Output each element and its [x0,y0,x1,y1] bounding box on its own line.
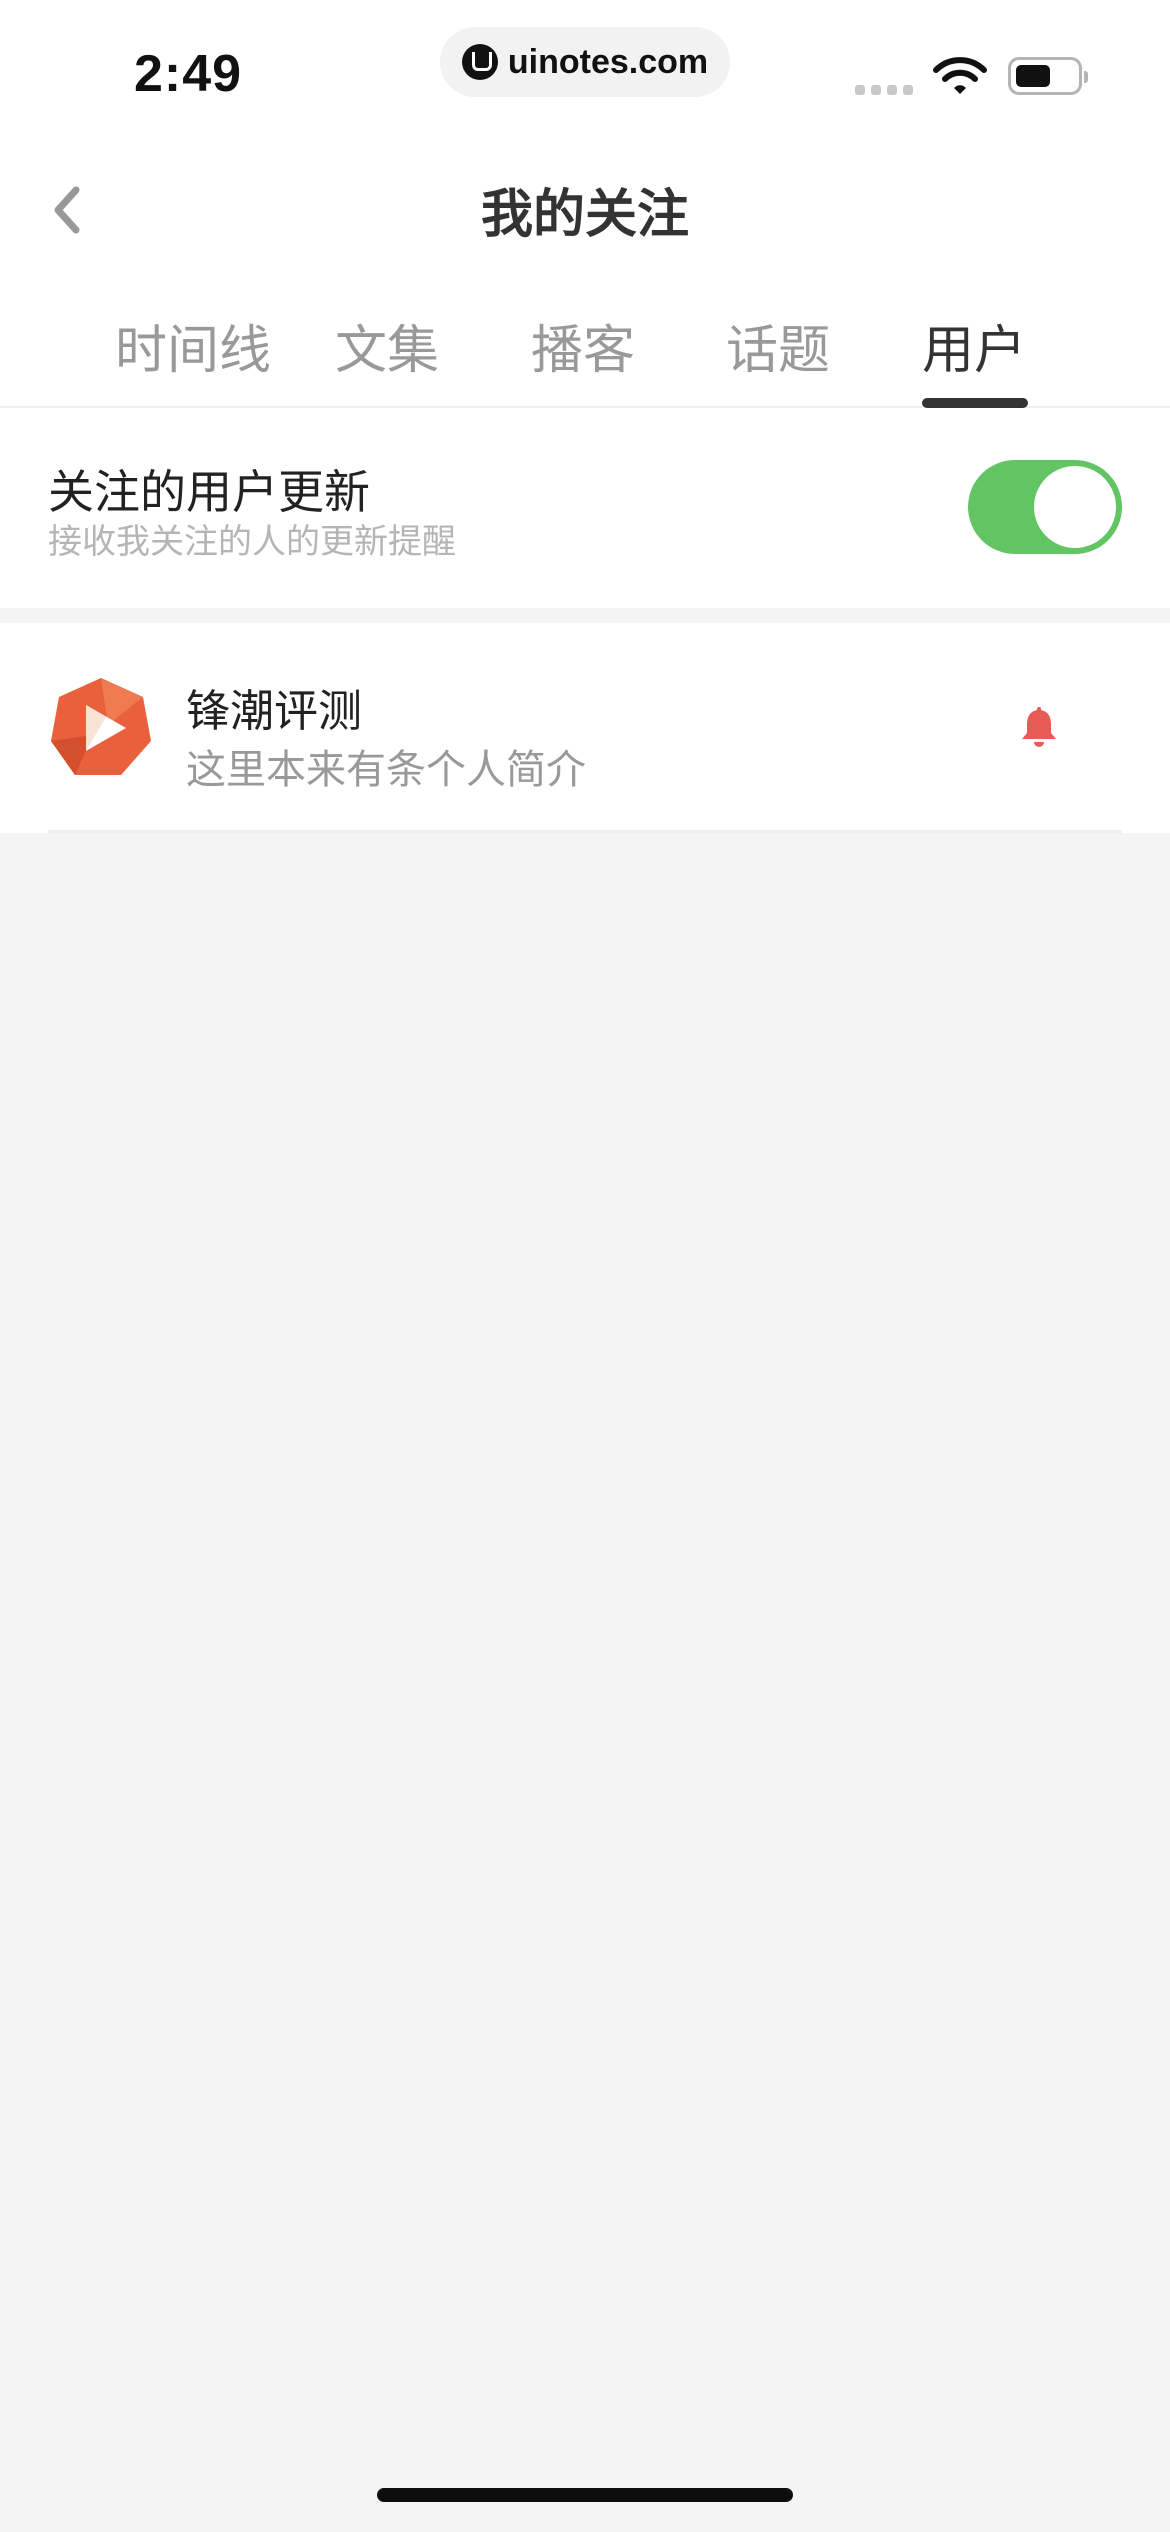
home-indicator[interactable] [377,2488,793,2502]
bell-icon[interactable] [1018,707,1060,749]
setting-title: 关注的用户更新 [48,465,370,519]
url-pill[interactable]: uinotes.com [440,27,730,97]
battery-icon [1008,57,1088,95]
follow-updates-setting: 关注的用户更新 接收我关注的人的更新提醒 [0,408,1170,608]
tab-timeline[interactable]: 时间线 [115,308,271,383]
divider [48,830,1122,833]
tab-collections[interactable]: 文集 [335,308,439,383]
tab-indicator [922,398,1028,408]
follow-updates-toggle[interactable] [968,460,1122,554]
nav-header: 我的关注 [0,130,1170,280]
cellular-signal-icon [855,85,913,95]
toggle-knob [1034,466,1116,548]
user-bio: 这里本来有条个人简介 [186,747,586,793]
user-name: 锋潮评测 [186,686,362,737]
avatar[interactable] [48,675,154,781]
tab-bar: 时间线 文集 播客 话题 用户 [0,280,1170,408]
list-item[interactable]: 锋潮评测 这里本来有条个人简介 [0,623,1170,833]
tab-podcasts[interactable]: 播客 [531,308,635,383]
page-title: 我的关注 [480,185,689,245]
url-text: uinotes.com [507,42,709,81]
status-time: 2:49 [134,45,243,103]
tab-users[interactable]: 用户 [922,308,1026,383]
tab-topics[interactable]: 话题 [726,308,830,383]
setting-subtitle: 接收我关注的人的更新提醒 [48,522,456,562]
wifi-icon [933,57,987,94]
site-logo-icon [461,44,498,80]
status-bar: 2:49 uinotes.com [0,0,1170,130]
